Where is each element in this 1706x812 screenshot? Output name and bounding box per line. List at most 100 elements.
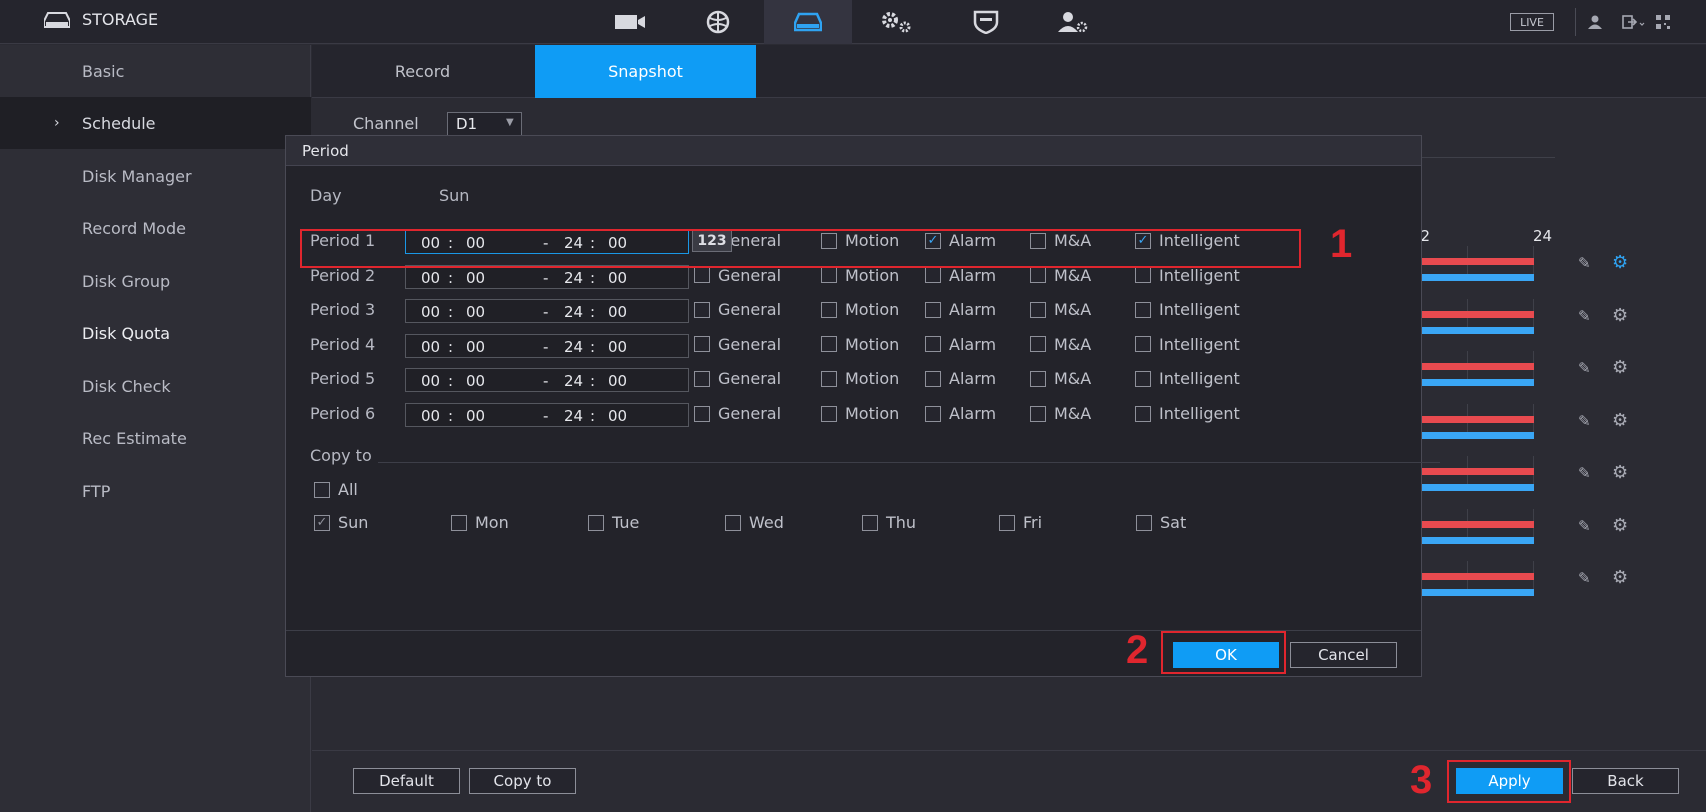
end-hour[interactable]: 24 (564, 338, 583, 356)
period-general-checkbox[interactable]: General (694, 300, 781, 319)
end-minute[interactable]: 00 (608, 303, 627, 321)
period-alarm-checkbox[interactable]: Alarm (925, 266, 996, 285)
sidebar-item-disk-manager[interactable]: Disk Manager (0, 150, 311, 202)
sidebar-item-ftp[interactable]: FTP (0, 465, 311, 517)
period-intelligent-checkbox[interactable]: Intelligent (1135, 300, 1240, 319)
start-hour[interactable]: 00 (421, 372, 440, 390)
copy-day-checkbox-sat[interactable]: Sat (1136, 513, 1186, 532)
copy-day-checkbox-fri[interactable]: Fri (999, 513, 1042, 532)
nav-settings[interactable] (852, 0, 940, 44)
gear-icon[interactable]: ⚙ (1612, 252, 1628, 273)
end-hour[interactable]: 24 (564, 407, 583, 425)
period-ma-checkbox[interactable]: M&A (1030, 369, 1091, 388)
period-time-input[interactable]: 00 : 00 - 24 : 00 (405, 368, 689, 393)
period-motion-checkbox[interactable]: Motion (821, 404, 899, 423)
copy-day-checkbox-tue[interactable]: Tue (588, 513, 639, 532)
period-time-input[interactable]: 00 : 00 - 24 : 00 (405, 264, 689, 289)
gear-icon[interactable]: ⚙ (1612, 410, 1628, 431)
period-intelligent-checkbox[interactable]: Intelligent (1135, 335, 1240, 354)
start-minute[interactable]: 00 (466, 303, 485, 321)
period-alarm-checkbox[interactable]: Alarm (925, 335, 996, 354)
gear-icon[interactable]: ⚙ (1612, 462, 1628, 483)
gear-icon[interactable]: ⚙ (1612, 357, 1628, 378)
eraser-icon[interactable]: ✎ (1578, 412, 1591, 430)
sidebar-item-disk-group[interactable]: Disk Group (0, 255, 311, 307)
period-general-checkbox[interactable]: General (694, 369, 781, 388)
period-intelligent-checkbox[interactable]: Intelligent (1135, 404, 1240, 423)
period-ma-checkbox[interactable]: M&A (1030, 300, 1091, 319)
period-time-input[interactable]: 00 : 00 - 24 : 00 (405, 333, 689, 358)
start-minute[interactable]: 00 (466, 338, 485, 356)
channel-select[interactable]: D1 ▼ (447, 112, 522, 136)
cancel-button[interactable]: Cancel (1290, 642, 1397, 668)
eraser-icon[interactable]: ✎ (1578, 359, 1591, 377)
all-checkbox[interactable]: All (314, 480, 358, 499)
sidebar-item-disk-check[interactable]: Disk Check (0, 360, 311, 412)
copy-day-checkbox-sun[interactable]: ✓ Sun (314, 513, 368, 532)
end-hour[interactable]: 24 (564, 269, 583, 287)
nav-account[interactable] (1030, 0, 1118, 44)
end-hour[interactable]: 24 (564, 303, 583, 321)
start-hour[interactable]: 00 (421, 407, 440, 425)
period-alarm-checkbox[interactable]: Alarm (925, 404, 996, 423)
nav-network[interactable] (674, 0, 762, 44)
account-icon (1058, 12, 1088, 33)
tab-record[interactable]: Record (312, 45, 533, 98)
start-hour[interactable]: 00 (421, 269, 440, 287)
default-button[interactable]: Default (353, 768, 460, 794)
end-minute[interactable]: 00 (608, 372, 627, 390)
period-general-checkbox[interactable]: General (694, 266, 781, 285)
nav-security[interactable] (942, 0, 1030, 44)
copy-day-checkbox-mon[interactable]: Mon (451, 513, 509, 532)
period-ma-checkbox[interactable]: M&A (1030, 335, 1091, 354)
period-general-checkbox[interactable]: General (694, 335, 781, 354)
tab-snapshot[interactable]: Snapshot (535, 45, 756, 98)
end-minute[interactable]: 00 (608, 407, 627, 425)
eraser-icon[interactable]: ✎ (1578, 307, 1591, 325)
period-intelligent-checkbox[interactable]: Intelligent (1135, 369, 1240, 388)
start-minute[interactable]: 00 (466, 407, 485, 425)
period-alarm-checkbox[interactable]: Alarm (925, 369, 996, 388)
nav-storage[interactable] (764, 0, 852, 44)
period-intelligent-checkbox[interactable]: Intelligent (1135, 266, 1240, 285)
eraser-icon[interactable]: ✎ (1578, 517, 1591, 535)
sidebar-item-disk-quota[interactable]: Disk Quota (0, 307, 311, 359)
copy-day-checkbox-wed[interactable]: Wed (725, 513, 784, 532)
end-minute[interactable]: 00 (608, 269, 627, 287)
eraser-icon[interactable]: ✎ (1578, 254, 1591, 272)
channel-label: Channel (353, 114, 419, 133)
period-motion-checkbox[interactable]: Motion (821, 266, 899, 285)
sidebar-item-basic[interactable]: Basic (0, 45, 311, 97)
period-ma-checkbox[interactable]: M&A (1030, 266, 1091, 285)
start-hour[interactable]: 00 (421, 338, 440, 356)
user-button[interactable] (1588, 14, 1602, 33)
start-hour[interactable]: 00 (421, 303, 440, 321)
back-button[interactable]: Back (1572, 768, 1679, 794)
gear-icon[interactable]: ⚙ (1612, 305, 1628, 326)
sidebar-item-schedule[interactable]: › Schedule (0, 97, 311, 149)
start-minute[interactable]: 00 (466, 372, 485, 390)
period-alarm-checkbox[interactable]: Alarm (925, 300, 996, 319)
eraser-icon[interactable]: ✎ (1578, 569, 1591, 587)
gear-icon[interactable]: ⚙ (1612, 567, 1628, 588)
qr-button[interactable] (1656, 14, 1670, 33)
period-time-input[interactable]: 00 : 00 - 24 : 00 (405, 299, 689, 324)
nav-camera[interactable] (586, 0, 674, 44)
period-motion-checkbox[interactable]: Motion (821, 300, 899, 319)
period-ma-checkbox[interactable]: M&A (1030, 404, 1091, 423)
copy-to-button[interactable]: Copy to (469, 768, 576, 794)
start-minute[interactable]: 00 (466, 269, 485, 287)
sidebar-item-rec-estimate[interactable]: Rec Estimate (0, 412, 311, 464)
period-motion-checkbox[interactable]: Motion (821, 335, 899, 354)
eraser-icon[interactable]: ✎ (1578, 464, 1591, 482)
period-general-checkbox[interactable]: General (694, 404, 781, 423)
end-minute[interactable]: 00 (608, 338, 627, 356)
period-motion-checkbox[interactable]: Motion (821, 369, 899, 388)
end-hour[interactable]: 24 (564, 372, 583, 390)
live-button[interactable]: LIVE (1510, 13, 1554, 31)
copy-day-checkbox-thu[interactable]: Thu (862, 513, 916, 532)
gear-icon[interactable]: ⚙ (1612, 515, 1628, 536)
logout-button[interactable] (1622, 14, 1646, 33)
sidebar-item-record-mode[interactable]: Record Mode (0, 202, 311, 254)
period-time-input[interactable]: 00 : 00 - 24 : 00 (405, 403, 689, 427)
